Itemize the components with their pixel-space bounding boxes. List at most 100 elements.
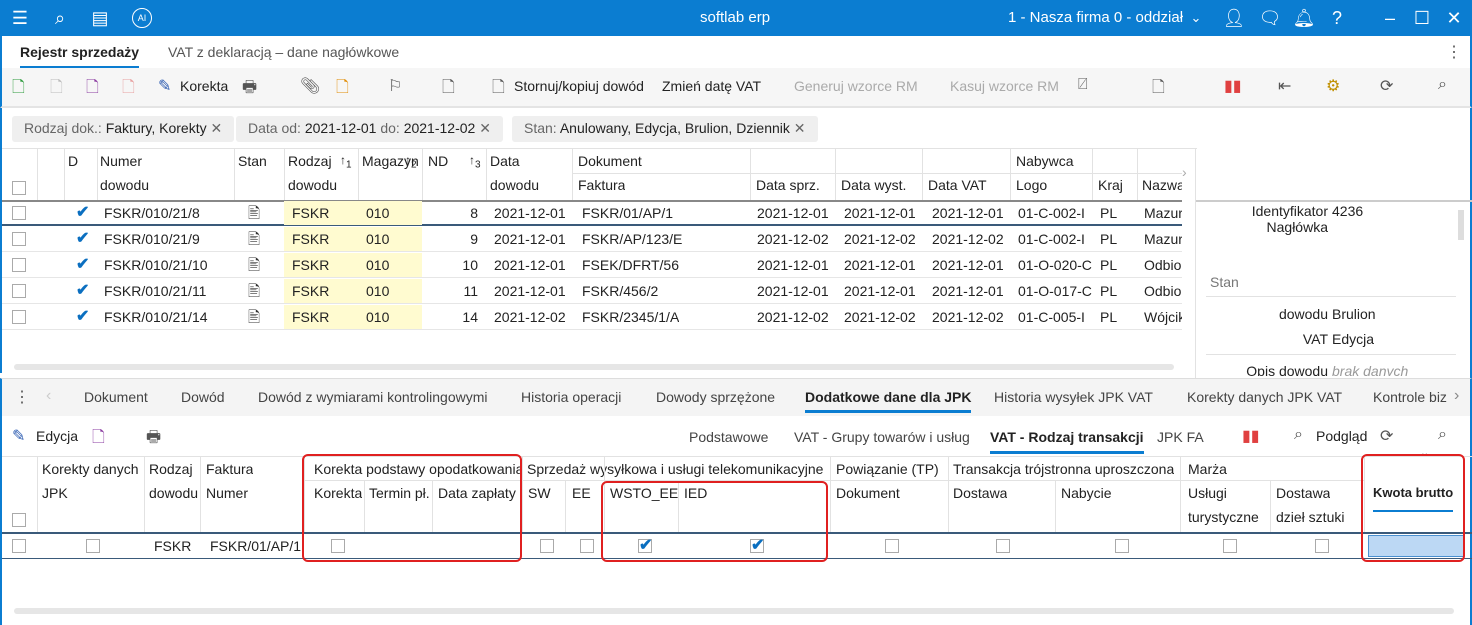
- document-gear-icon[interactable]: 🗋: [492, 76, 505, 103]
- checkbox-korekty_jpk[interactable]: [86, 539, 100, 553]
- chart-icon[interactable]: ▮▮: [1242, 426, 1260, 446]
- header-g_trans[interactable]: Transakcja trójstronna uproszczona: [953, 461, 1174, 477]
- row-checkbox[interactable]: [12, 206, 26, 220]
- close-icon[interactable]: ✕: [794, 120, 806, 136]
- zmien-date-vat-button[interactable]: Zmień datę VAT: [662, 78, 761, 94]
- lower-tab[interactable]: Dowód z wymiarami kontrolingowymi: [258, 389, 488, 405]
- checked-icon[interactable]: ✔: [76, 228, 89, 248]
- ai-icon[interactable]: AI: [132, 8, 152, 28]
- vertical-scrollbar[interactable]: [1458, 210, 1464, 240]
- panel-icon[interactable]: ⇤: [1278, 76, 1291, 96]
- header-uslugi2[interactable]: turystyczne: [1188, 509, 1259, 525]
- kasuj-wzorce-button[interactable]: Kasuj wzorce RM: [950, 78, 1059, 94]
- header-sw[interactable]: SW: [528, 485, 551, 501]
- close-icon[interactable]: ✕: [211, 120, 223, 136]
- attachment-icon[interactable]: 📎︎: [300, 76, 320, 96]
- scroll-right-icon[interactable]: ›: [1454, 387, 1459, 405]
- header-ee[interactable]: EE: [572, 485, 591, 501]
- document-flash-icon[interactable]: 🗋: [336, 76, 349, 103]
- filter-chip-rodzaj[interactable]: Rodzaj dok.: Faktury, Korekty ✕: [12, 116, 235, 142]
- menu-icon[interactable]: ☰: [8, 6, 32, 30]
- delete-document-icon[interactable]: 🗋: [122, 76, 135, 103]
- sort-asc-icon[interactable]: ↑2: [405, 153, 417, 170]
- podglad-button[interactable]: Podgląd: [1316, 428, 1367, 444]
- checkbox-ee[interactable]: [580, 539, 594, 553]
- search-list-icon[interactable]: ⌕: [1438, 426, 1447, 444]
- header-korekty1[interactable]: Korekty danych: [42, 461, 139, 477]
- add-document-icon[interactable]: 🗋: [12, 76, 25, 103]
- info-document-icon[interactable]: 🗋: [92, 426, 105, 453]
- subtab-podstawowe[interactable]: Podstawowe: [689, 429, 768, 445]
- col-kraj[interactable]: Kraj: [1098, 177, 1123, 193]
- lower-tab[interactable]: Dodatkowe dane dla JPK: [805, 389, 972, 413]
- bell-icon[interactable]: 🔔︎: [1292, 6, 1316, 30]
- calculator-icon[interactable]: 🗋: [1152, 76, 1165, 103]
- company-selector[interactable]: 1 - Nasza firma 0 - oddział: [1008, 9, 1183, 26]
- more-icon[interactable]: ⋮: [14, 387, 30, 407]
- chevron-down-icon[interactable]: ⌄: [1184, 6, 1208, 30]
- close-button[interactable]: ✕: [1442, 6, 1466, 30]
- col-faktura[interactable]: Faktura: [578, 177, 625, 193]
- header-faktura2[interactable]: Numer: [206, 485, 248, 501]
- col-numer[interactable]: Numer: [100, 153, 142, 169]
- checkbox-dokument[interactable]: [885, 539, 899, 553]
- checked-icon[interactable]: ✔: [76, 254, 89, 274]
- checkbox-dostawa[interactable]: [996, 539, 1010, 553]
- row-checkbox[interactable]: [12, 232, 26, 246]
- lower-tab[interactable]: Korekty danych JPK VAT: [1187, 389, 1342, 405]
- header-nabycie[interactable]: Nabycie: [1061, 485, 1112, 501]
- header-uslugi1[interactable]: Usługi: [1188, 485, 1227, 501]
- header-g_powiazanie[interactable]: Powiązanie (TP): [836, 461, 939, 477]
- checkbox-dziela[interactable]: [1315, 539, 1329, 553]
- header-rodzaj1[interactable]: Rodzaj: [149, 461, 193, 477]
- correction-icon[interactable]: ✎: [158, 76, 171, 96]
- tab-rejestr-sprzedazy[interactable]: Rejestr sprzedaży: [20, 44, 140, 69]
- settings-icon[interactable]: ⚙: [1326, 76, 1340, 96]
- scroll-left-icon[interactable]: ‹: [46, 387, 51, 405]
- lower-tab[interactable]: Dokument: [84, 389, 148, 405]
- checkbox-sw[interactable]: [540, 539, 554, 553]
- no-document-icon[interactable]: ⍁: [1078, 76, 1088, 94]
- col-data-dowodu[interactable]: Data: [490, 153, 520, 169]
- search-icon[interactable]: ⌕: [48, 6, 72, 30]
- horizontal-scrollbar[interactable]: [14, 608, 1454, 614]
- checkbox-uslugi[interactable]: [1223, 539, 1237, 553]
- subtab-vat-rodzaj-transakcji[interactable]: VAT - Rodzaj transakcji: [990, 429, 1144, 454]
- maximize-button[interactable]: ☐: [1410, 6, 1434, 30]
- row-checkbox[interactable]: [12, 539, 26, 553]
- horizontal-scrollbar[interactable]: [14, 364, 1174, 370]
- row-checkbox[interactable]: [12, 310, 26, 324]
- subtab-jpk-fa[interactable]: JPK FA: [1157, 429, 1204, 445]
- header-dostawa[interactable]: Dostawa: [953, 485, 1007, 501]
- lower-tab[interactable]: Dowód: [181, 389, 225, 405]
- edit-document-icon[interactable]: 🗋: [50, 76, 63, 103]
- lower-tab[interactable]: Historia operacji: [521, 389, 621, 405]
- checked-icon[interactable]: ✔: [76, 306, 89, 326]
- search-list-icon[interactable]: ⌕: [1438, 76, 1447, 94]
- header-dokument[interactable]: Dokument: [836, 485, 900, 501]
- lower-tab[interactable]: Historia wysyłek JPK VAT: [994, 389, 1153, 405]
- select-all-checkbox[interactable]: [12, 513, 26, 527]
- tab-vat-deklaracja[interactable]: VAT z deklaracją – dane nagłówkowe: [168, 44, 399, 60]
- col-data-vat[interactable]: Data VAT: [928, 177, 987, 193]
- header-korekty2[interactable]: JPK: [42, 485, 68, 501]
- minimize-button[interactable]: –: [1378, 6, 1402, 30]
- message-icon[interactable]: 🗨︎: [1258, 6, 1282, 30]
- checked-icon[interactable]: ✔: [76, 202, 89, 222]
- col-nazwa[interactable]: Nazwa: [1142, 177, 1182, 193]
- news-icon[interactable]: ▤: [88, 6, 112, 30]
- header-dziel1[interactable]: Dostawa: [1276, 485, 1330, 501]
- edit-icon[interactable]: ✎: [12, 426, 25, 446]
- close-icon[interactable]: ✕: [479, 120, 491, 136]
- generuj-wzorce-button[interactable]: Generuj wzorce RM: [794, 78, 918, 94]
- user-icon[interactable]: 👤︎: [1222, 6, 1246, 30]
- lower-tab[interactable]: Kontrole biz: [1373, 389, 1449, 405]
- header-g_sprzedaz[interactable]: Sprzedaż wysyłkowa i usługi telekomunika…: [527, 461, 823, 477]
- row-checkbox[interactable]: [12, 258, 26, 272]
- edycja-button[interactable]: Edycja: [36, 428, 78, 444]
- lower-tab[interactable]: Dowody sprzężone: [656, 389, 775, 405]
- help-icon[interactable]: ?: [1325, 6, 1349, 30]
- filter-chip-data[interactable]: Data od: 2021-12-01 do: 2021-12-02 ✕: [236, 116, 503, 142]
- chart-icon[interactable]: ▮▮: [1224, 76, 1242, 96]
- header-dziel2[interactable]: dzieł sztuki: [1276, 509, 1344, 525]
